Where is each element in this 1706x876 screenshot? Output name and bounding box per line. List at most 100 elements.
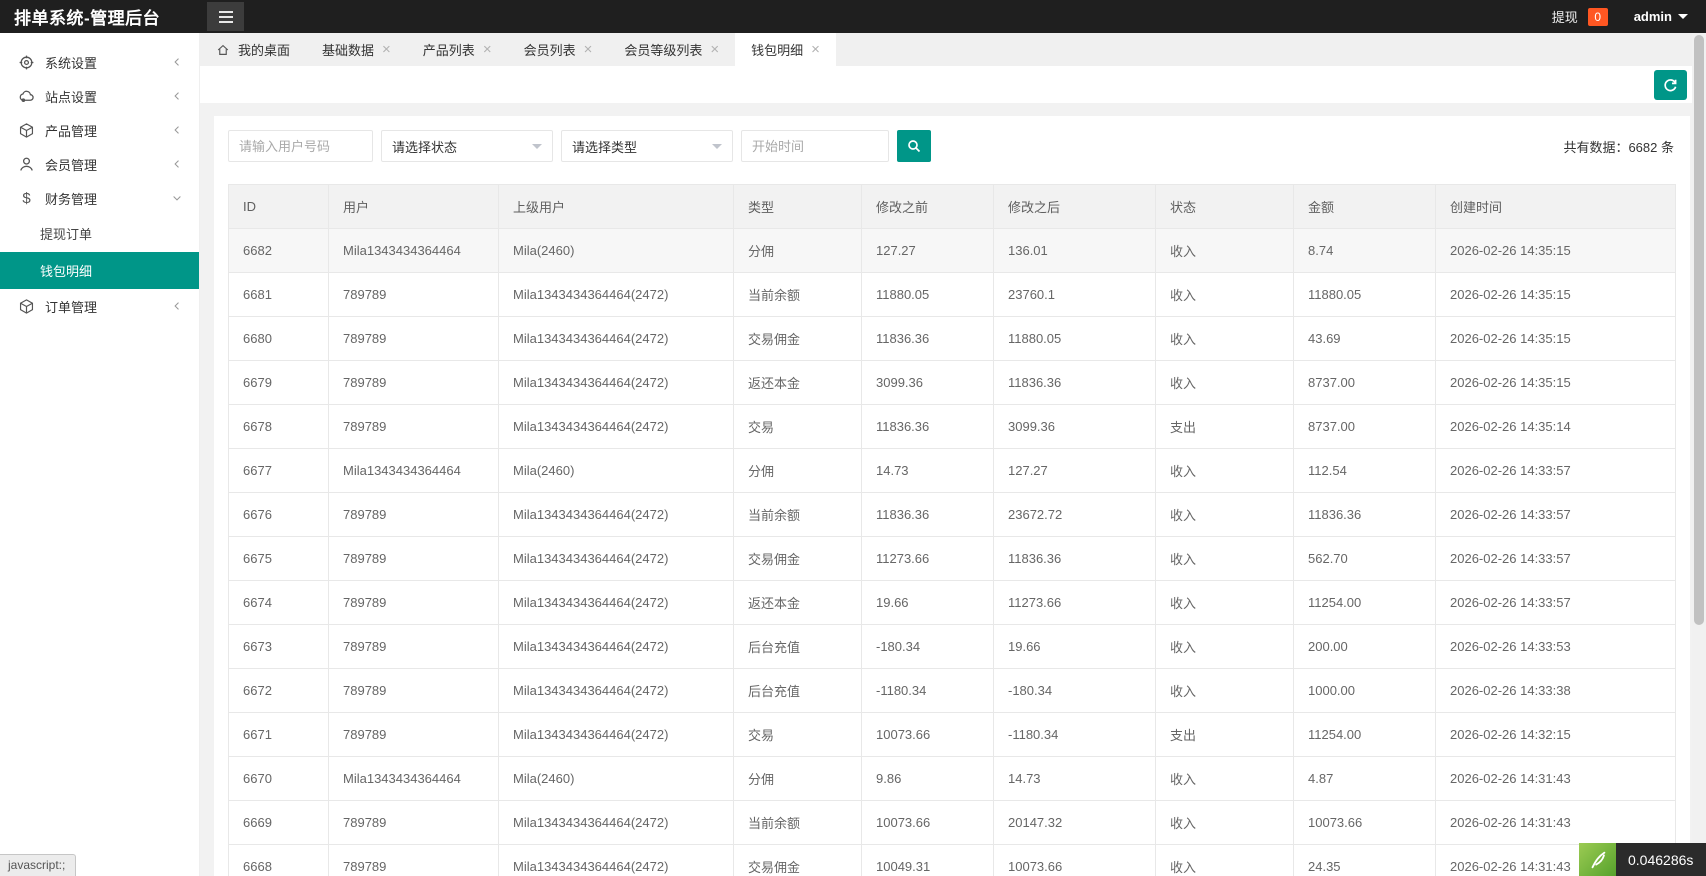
user-number-input[interactable] bbox=[228, 130, 373, 162]
cell: 11254.00 bbox=[1293, 712, 1436, 757]
table-row: 6669 789789 Mila1343434364464(2472) 当前余额 100… bbox=[228, 800, 1676, 845]
sidebar-item-5[interactable]: 订单管理 bbox=[0, 289, 199, 323]
cell: Mila1343434364464(2472) bbox=[498, 360, 734, 405]
sidebar-item-label: 产品管理 bbox=[45, 123, 98, 139]
table-row: 6670 Mila1343434364464 Mila(2460) 分佣 9.86 14.… bbox=[228, 756, 1676, 801]
cell: -1180.34 bbox=[861, 668, 994, 713]
tab-0[interactable]: 我的桌面 bbox=[200, 33, 306, 66]
tab-1[interactable]: 基础数据 × bbox=[306, 33, 407, 66]
cell: 2026-02-26 14:35:15 bbox=[1435, 316, 1676, 361]
withdraw-count-badge[interactable]: 0 bbox=[1587, 7, 1608, 26]
tab-close-icon[interactable]: × bbox=[483, 42, 492, 57]
tab-4[interactable]: 会员等级列表 × bbox=[608, 33, 735, 66]
cell: 6669 bbox=[228, 800, 329, 845]
user-menu[interactable]: admin bbox=[1634, 9, 1688, 24]
cell: 6672 bbox=[228, 668, 329, 713]
withdraw-link[interactable]: 提现 bbox=[1552, 7, 1578, 26]
cell: 交易佣金 bbox=[733, 536, 862, 581]
status-select-value: 请选择状态 bbox=[392, 139, 458, 155]
cell: 6682 bbox=[228, 228, 329, 273]
thinkphp-leaf-icon[interactable] bbox=[1579, 843, 1616, 876]
cell: 11836.36 bbox=[861, 492, 994, 537]
wallet-detail-panel: 请选择状态 请选择类型 共有数据：6682 条 ID用户上级用户类型修改之前修改… bbox=[214, 116, 1690, 876]
performance-badge[interactable]: 0.046286s bbox=[1579, 843, 1706, 876]
table-row: 6682 Mila1343434364464 Mila(2460) 分佣 127.27 1… bbox=[228, 228, 1676, 273]
cell: 43.69 bbox=[1293, 316, 1436, 361]
tab-3[interactable]: 会员列表 × bbox=[508, 33, 609, 66]
sidebar-item-4[interactable]: $ 财务管理 bbox=[0, 181, 199, 215]
sidebar-toggle-button[interactable] bbox=[207, 2, 244, 31]
cell: 收入 bbox=[1155, 624, 1294, 669]
cell: 14.73 bbox=[861, 448, 994, 493]
status-select[interactable]: 请选择状态 bbox=[381, 130, 553, 162]
type-select[interactable]: 请选择类型 bbox=[561, 130, 733, 162]
cell: 11254.00 bbox=[1293, 580, 1436, 625]
cell: 127.27 bbox=[993, 448, 1156, 493]
cell: 9.86 bbox=[861, 756, 994, 801]
cell: 11880.05 bbox=[1293, 272, 1436, 317]
refresh-button[interactable] bbox=[1654, 70, 1687, 100]
main-content: 请选择状态 请选择类型 共有数据：6682 条 ID用户上级用户类型修改之前修改… bbox=[200, 103, 1706, 876]
cell: Mila1343434364464(2472) bbox=[498, 712, 734, 757]
cell: 112.54 bbox=[1293, 448, 1436, 493]
cell: Mila1343434364464(2472) bbox=[498, 800, 734, 845]
cell: 23672.72 bbox=[993, 492, 1156, 537]
app-title: 排单系统-管理后台 bbox=[14, 9, 161, 28]
cell: 2026-02-26 14:33:57 bbox=[1435, 536, 1676, 581]
sidebar-item-label: 站点设置 bbox=[45, 89, 98, 105]
start-time-input[interactable] bbox=[741, 130, 889, 162]
username: admin bbox=[1633, 9, 1672, 24]
cell: -1180.34 bbox=[993, 712, 1156, 757]
cell: 11836.36 bbox=[861, 404, 994, 449]
tab-close-icon[interactable]: × bbox=[382, 42, 391, 57]
cell: 收入 bbox=[1155, 756, 1294, 801]
search-icon bbox=[906, 138, 922, 154]
cell: 2026-02-26 14:35:15 bbox=[1435, 360, 1676, 405]
sidebar-item-2[interactable]: 产品管理 bbox=[0, 113, 199, 147]
tab-label: 我的桌面 bbox=[238, 43, 291, 58]
cell: 6677 bbox=[228, 448, 329, 493]
column-header-1: 用户 bbox=[328, 184, 499, 229]
cell: 收入 bbox=[1155, 272, 1294, 317]
sidebar-subitem-label: 提现订单 bbox=[40, 227, 93, 242]
cell: 11836.36 bbox=[993, 536, 1156, 581]
sidebar-item-1[interactable]: 站点设置 bbox=[0, 79, 199, 113]
tab-close-icon[interactable]: × bbox=[710, 42, 719, 57]
column-header-8: 创建时间 bbox=[1435, 184, 1676, 229]
cell: 6675 bbox=[228, 536, 329, 581]
sidebar-item-0[interactable]: 系统设置 bbox=[0, 45, 199, 79]
cell: 后台充值 bbox=[733, 668, 862, 713]
tab-label: 会员列表 bbox=[523, 43, 576, 58]
cell: 6674 bbox=[228, 580, 329, 625]
cell: 2026-02-26 14:32:15 bbox=[1435, 712, 1676, 757]
sidebar-subitem-4-0[interactable]: 提现订单 bbox=[0, 215, 199, 252]
cell: 6668 bbox=[228, 844, 329, 876]
cell: 2026-02-26 14:31:43 bbox=[1435, 756, 1676, 801]
cell: 8737.00 bbox=[1293, 404, 1436, 449]
topbar-right: 提现 0 admin bbox=[1552, 7, 1706, 26]
cell: 789789 bbox=[328, 360, 499, 405]
column-header-5: 修改之后 bbox=[993, 184, 1156, 229]
tab-label: 钱包明细 bbox=[751, 43, 804, 58]
vertical-scrollbar[interactable] bbox=[1692, 33, 1706, 876]
tab-close-icon[interactable]: × bbox=[811, 42, 820, 57]
table-row: 6675 789789 Mila1343434364464(2472) 交易佣金 112… bbox=[228, 536, 1676, 581]
cell: 11880.05 bbox=[861, 272, 994, 317]
search-button[interactable] bbox=[897, 130, 931, 162]
chevron-down-icon bbox=[532, 143, 542, 154]
tab-5[interactable]: 钱包明细 × bbox=[735, 33, 836, 66]
sidebar-subitem-4-1[interactable]: 钱包明细 bbox=[0, 252, 199, 289]
total-count: 共有数据：6682 条 bbox=[1563, 139, 1674, 155]
cell: 6670 bbox=[228, 756, 329, 801]
cell: 2026-02-26 14:33:53 bbox=[1435, 624, 1676, 669]
table-row: 6676 789789 Mila1343434364464(2472) 当前余额 118… bbox=[228, 492, 1676, 537]
tab-close-icon[interactable]: × bbox=[584, 42, 593, 57]
table-row: 6672 789789 Mila1343434364464(2472) 后台充值 -11… bbox=[228, 668, 1676, 713]
chevron-left-icon bbox=[171, 56, 183, 68]
cell: Mila1343434364464(2472) bbox=[498, 668, 734, 713]
chevron-left-icon bbox=[171, 300, 183, 312]
sidebar-item-3[interactable]: 会员管理 bbox=[0, 147, 199, 181]
column-header-2: 上级用户 bbox=[498, 184, 734, 229]
scrollbar-thumb[interactable] bbox=[1694, 35, 1704, 625]
tab-2[interactable]: 产品列表 × bbox=[407, 33, 508, 66]
